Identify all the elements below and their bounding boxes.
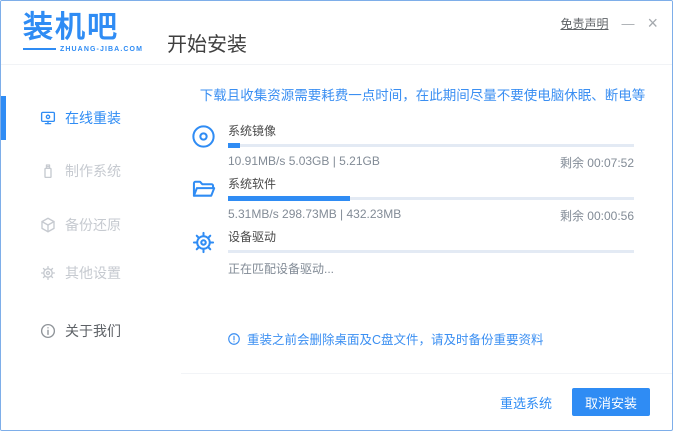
sidebar-item-online-reinstall[interactable]: 在线重装 — [1, 96, 181, 140]
close-button[interactable]: × — [647, 14, 658, 32]
gear-icon — [190, 229, 217, 256]
progress-bar — [228, 249, 634, 254]
sidebar-item-label: 备份还原 — [65, 217, 121, 233]
usb-drive-icon — [39, 162, 57, 180]
progress-track — [228, 144, 634, 147]
remaining-time-text: 剩余 00:00:56 — [559, 209, 634, 223]
folder-icon — [190, 176, 217, 203]
sidebar-item-about-us[interactable]: 关于我们 — [1, 313, 181, 349]
download-speed-text: 5.31MB/s 298.73MB | 432.23MB — [228, 207, 402, 221]
sidebar-item-make-system[interactable]: 制作系统 — [1, 153, 181, 189]
disclaimer-link[interactable]: 免责声明 — [560, 15, 608, 32]
task-name: 系统镜像 — [228, 124, 277, 138]
active-accent-bar — [1, 96, 6, 140]
installer-window: 装机吧 ZHUANG-JIBA.COM 开始安装 免责声明 — × 在线重装 制… — [0, 0, 673, 431]
notice-text: 下载且收集资源需要耗费一点时间，在此期间尽量不要使电脑休眠、断电等 — [199, 88, 646, 103]
progress-track — [228, 250, 634, 253]
page-title: 开始安装 — [167, 34, 247, 56]
monitor-icon — [39, 109, 57, 127]
task-name: 设备驱动 — [228, 230, 277, 244]
reselect-system-button[interactable]: 重选系统 — [500, 393, 552, 412]
warning-text: 重装之前会删除桌面及C盘文件，请及时备份重要资料 — [247, 333, 544, 347]
task-system-software: 系统软件 5.31MB/s 298.73MB | 432.23MB 剩余 00:… — [192, 175, 634, 224]
sidebar-item-label: 关于我们 — [65, 323, 121, 339]
cancel-install-button[interactable]: 取消安装 — [572, 388, 650, 416]
task-status-text: 正在匹配设备驱动... — [228, 262, 335, 276]
remaining-time-text: 剩余 00:07:52 — [559, 156, 634, 170]
main-panel: 下载且收集资源需要耗费一点时间，在此期间尽量不要使电脑休眠、断电等 系统镜像 1… — [181, 65, 672, 430]
minimize-button[interactable]: — — [621, 17, 634, 30]
sidebar-item-label: 制作系统 — [65, 163, 121, 179]
progress-bar — [228, 196, 634, 201]
titlebar: 装机吧 ZHUANG-JIBA.COM 开始安装 免责声明 — × — [1, 1, 672, 65]
progress-bar — [228, 143, 634, 148]
info-icon — [39, 322, 57, 340]
app-logo-subtext: ZHUANG-JIBA.COM — [60, 45, 143, 53]
logo-underline — [23, 48, 56, 50]
footer-bar: 重选系统 取消安装 — [181, 373, 672, 430]
alert-circle-icon — [227, 332, 241, 346]
download-speed-text: 10.91MB/s 5.03GB | 5.21GB — [228, 154, 380, 168]
task-system-image: 系统镜像 10.91MB/s 5.03GB | 5.21GB 剩余 00:07:… — [192, 122, 634, 171]
backup-warning: 重装之前会删除桌面及C盘文件，请及时备份重要资料 — [227, 329, 544, 348]
sidebar-item-other-settings[interactable]: 其他设置 — [1, 255, 181, 291]
app-logo: 装机吧 ZHUANG-JIBA.COM — [23, 11, 143, 53]
sidebar-item-label: 在线重装 — [65, 110, 121, 126]
app-logo-text: 装机吧 — [23, 11, 119, 44]
sidebar: 在线重装 制作系统 备份还原 其他设置 关于我们 — [1, 65, 181, 430]
gear-icon — [39, 264, 57, 282]
task-device-driver: 设备驱动 正在匹配设备驱动... — [192, 228, 634, 277]
sidebar-item-label: 其他设置 — [65, 265, 121, 281]
progress-fill — [228, 143, 241, 148]
disc-icon — [190, 123, 217, 150]
package-icon — [39, 216, 57, 234]
progress-fill — [228, 196, 350, 201]
sidebar-item-backup-restore[interactable]: 备份还原 — [1, 207, 181, 243]
task-name: 系统软件 — [228, 177, 277, 191]
